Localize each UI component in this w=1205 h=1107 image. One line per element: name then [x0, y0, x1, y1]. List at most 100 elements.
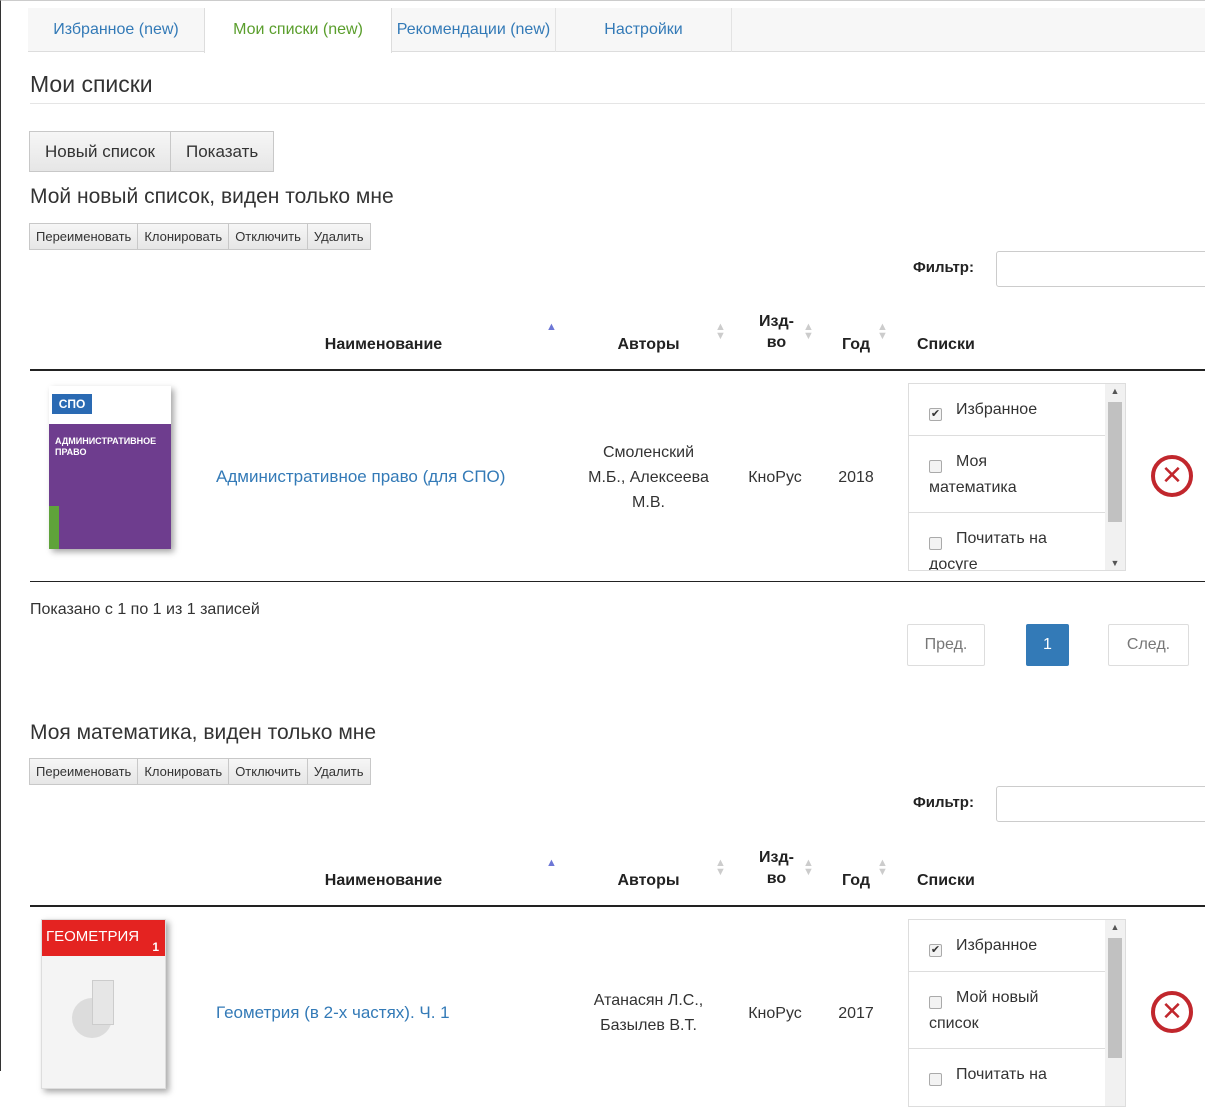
column-header-publisher-line-2: во	[766, 870, 787, 887]
sort-icon: ▲ ▼	[803, 857, 814, 878]
book-authors: Смоленский М.Б., Алексеева М.В.	[576, 440, 721, 515]
divider	[30, 103, 1205, 104]
cover-title: АДМИНИСТРАТИВНОЕ ПРАВО	[55, 436, 157, 457]
clone-button[interactable]: Клонировать	[138, 223, 230, 250]
main-toolbar: Новый список Показать	[29, 131, 275, 172]
book-publisher: КноРус	[748, 469, 802, 486]
tab-recommendations[interactable]: Рекомендации (new)	[392, 8, 556, 52]
column-header-publisher-line-2: во	[766, 334, 787, 351]
book-cover[interactable]: ГЕОМЕТРИЯ 1	[41, 919, 166, 1089]
checkbox[interactable]	[929, 460, 942, 473]
sort-icon: ▲ ▼	[803, 321, 814, 342]
clone-button[interactable]: Клонировать	[138, 758, 230, 785]
list-option[interactable]: Мой новый список	[909, 972, 1105, 1049]
book-year: 2018	[838, 469, 874, 486]
checkbox[interactable]	[929, 537, 942, 550]
list-option[interactable]: Почитать на	[909, 1049, 1105, 1106]
new-list-button[interactable]: Новый список	[29, 131, 171, 172]
book-year: 2017	[838, 1005, 874, 1022]
cover-header: ГЕОМЕТРИЯ 1	[42, 920, 165, 956]
scroll-up-arrow-icon[interactable]: ▲	[1105, 922, 1125, 932]
lists-checkbox-box[interactable]: ✔ Избранное Мой новый список Почитать на…	[908, 919, 1126, 1107]
book-title-link[interactable]: Административное право (для СПО)	[216, 467, 505, 487]
book-title-link[interactable]: Геометрия (в 2-х частях). Ч. 1	[216, 1003, 450, 1023]
list-option[interactable]: Почитать на досуге	[909, 513, 1105, 571]
sort-icon: ▲ ▼	[715, 321, 726, 342]
authors-line: Смоленский	[602, 444, 695, 461]
list-actions: Переименовать Клонировать Отключить Удал…	[29, 758, 371, 785]
book-cover[interactable]: СПО АДМИНИСТРАТИВНОЕ ПРАВО	[49, 386, 171, 549]
rename-button[interactable]: Переименовать	[29, 758, 139, 785]
list-option[interactable]: Моя математика	[909, 436, 1105, 513]
filter-input[interactable]	[996, 786, 1205, 822]
column-header-authors[interactable]: Авторы	[601, 870, 696, 891]
table-header-line	[30, 369, 1205, 371]
disable-button[interactable]: Отключить	[229, 223, 308, 250]
scrollbar[interactable]: ▲ ▼	[1105, 384, 1125, 570]
column-header-year[interactable]: Год	[836, 334, 876, 355]
delete-button[interactable]: Удалить	[307, 223, 371, 250]
rename-button[interactable]: Переименовать	[29, 223, 139, 250]
list-option[interactable]: ✔ Избранное	[909, 384, 1105, 436]
authors-line: Атанасян Л.С.,	[593, 992, 704, 1009]
lists-checkbox-box[interactable]: ✔ Избранное Моя математика Почитать на д…	[908, 383, 1126, 571]
column-header-lists: Списки	[917, 336, 975, 353]
column-header-publisher-line-1: Изд-	[759, 849, 794, 866]
book-publisher: КноРус	[748, 1005, 802, 1022]
cover-stripe	[49, 506, 59, 549]
sort-asc-icon: ▲	[546, 321, 557, 333]
disable-button[interactable]: Отключить	[229, 758, 308, 785]
table-header-line	[30, 905, 1205, 907]
page-1-button[interactable]: 1	[1026, 624, 1069, 666]
book-authors: Атанасян Л.С., Базылев В.Т.	[576, 988, 721, 1038]
scrollbar-thumb[interactable]	[1108, 402, 1122, 522]
cover-badge: СПО	[52, 394, 92, 414]
filter-label: Фильтр:	[913, 794, 974, 811]
scroll-down-arrow-icon[interactable]: ▼	[1105, 558, 1125, 568]
column-header-lists: Списки	[917, 872, 975, 889]
list-option-label: Мой новый	[956, 989, 1039, 1006]
remove-icon[interactable]: ✕	[1151, 455, 1193, 497]
column-header-publisher-line-1: Изд-	[759, 313, 794, 330]
remove-icon[interactable]: ✕	[1151, 991, 1193, 1033]
page-title: Мои списки	[30, 71, 153, 97]
list-option-label: список	[929, 1015, 979, 1032]
column-header-name[interactable]: Наименование	[301, 334, 466, 355]
authors-line: М.В.	[632, 494, 665, 511]
checkbox[interactable]	[929, 1073, 942, 1086]
scroll-up-arrow-icon[interactable]: ▲	[1105, 386, 1125, 396]
page: Избранное (new) Мои списки (new) Рекомен…	[0, 0, 1205, 1107]
tab-favorites[interactable]: Избранное (new)	[28, 8, 205, 52]
scrollbar[interactable]: ▲	[1105, 920, 1125, 1106]
table-footer-line	[30, 581, 1205, 582]
checkbox-checked[interactable]: ✔	[929, 944, 942, 957]
sort-icon: ▲ ▼	[715, 857, 726, 878]
next-page-button[interactable]: След.	[1108, 624, 1189, 666]
delete-button[interactable]: Удалить	[307, 758, 371, 785]
list-option-label: Почитать на	[956, 1066, 1047, 1083]
show-button[interactable]: Показать	[171, 131, 275, 172]
list-title: Мой новый список, виден только мне	[30, 185, 394, 208]
list-title: Моя математика, виден только мне	[30, 721, 377, 744]
list-option-label: Избранное	[956, 401, 1038, 418]
cover-title: ГЕОМЕТРИЯ	[46, 928, 140, 945]
sort-icon: ▲ ▼	[877, 857, 888, 878]
list-option[interactable]: ✔ Избранное	[909, 920, 1105, 972]
list-option-label: досуге	[929, 556, 978, 571]
checkbox[interactable]	[929, 996, 942, 1009]
filter-input[interactable]	[996, 251, 1205, 287]
scrollbar-thumb[interactable]	[1108, 938, 1122, 1058]
list-actions: Переименовать Клонировать Отключить Удал…	[29, 223, 371, 250]
column-header-publisher[interactable]: Изд- во	[749, 847, 804, 889]
list-option-label: математика	[929, 479, 1017, 496]
column-header-year[interactable]: Год	[836, 870, 876, 891]
column-header-publisher[interactable]: Изд- во	[749, 311, 804, 353]
sort-asc-icon: ▲	[546, 857, 557, 869]
tab-settings[interactable]: Настройки	[556, 8, 732, 52]
prev-page-button[interactable]: Пред.	[907, 624, 985, 666]
cover-number: 1	[152, 940, 159, 954]
column-header-name[interactable]: Наименование	[301, 870, 466, 891]
column-header-authors[interactable]: Авторы	[601, 334, 696, 355]
tab-my-lists[interactable]: Мои списки (new)	[204, 8, 392, 53]
checkbox-checked[interactable]: ✔	[929, 408, 942, 421]
